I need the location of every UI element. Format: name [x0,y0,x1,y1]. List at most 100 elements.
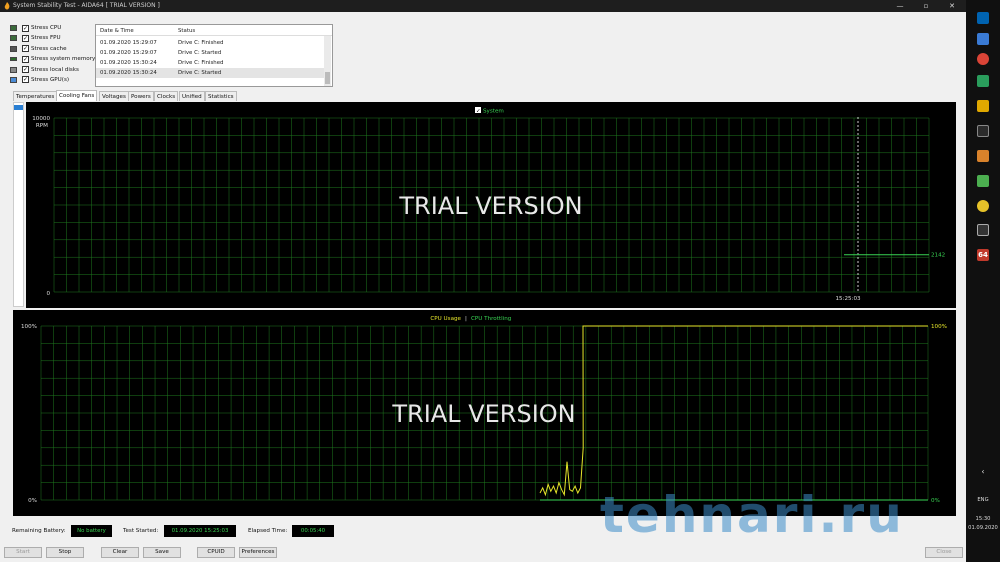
archive-icon[interactable] [977,150,989,162]
log-row[interactable]: 01.09.2020 15:30:24 Drive C: Started [96,68,326,78]
aida64-window: System Stability Test - AIDA64 [ TRIAL V… [0,0,966,562]
fan-trial-text: TRIAL VERSION [398,192,582,220]
stress-fpu-checkbox[interactable]: ✓ [22,34,29,42]
cpuid-button[interactable]: CPUID [197,547,235,558]
stress-cpu-option[interactable]: ✓ Stress CPU [10,23,94,33]
log-header-datetime[interactable]: Date & Time [100,28,134,34]
stress-gpu-option[interactable]: ✓ Stress GPU(s) [10,75,94,85]
window-icon[interactable] [977,125,989,137]
maximize-button[interactable]: ▫ [913,0,939,12]
cpu-ymin-left: 0% [28,498,37,504]
cpu-usage-line [539,325,928,497]
cpu-ymax-right: 100% [931,324,947,330]
stress-disks-option[interactable]: ✓ Stress local disks [10,65,94,75]
cpu-icon [10,25,17,31]
sensor-list-selection[interactable] [14,105,23,110]
fan-legend[interactable]: ✓ System [475,107,504,115]
stress-fpu-label: Stress FPU [31,35,61,42]
log-status: Drive C: Started [178,50,222,56]
windows-icon[interactable] [977,12,989,24]
close-button[interactable]: Close [925,547,963,558]
stress-disks-checkbox[interactable]: ✓ [22,66,29,74]
log-scrollbar-thumb[interactable] [325,72,330,84]
clock-time[interactable]: 15:30 [966,516,1000,522]
log-status: Drive C: Finished [178,40,224,46]
cpu-legend-throttling[interactable]: CPU Throttling [471,316,512,322]
stress-fpu-option[interactable]: ✓ Stress FPU [10,33,94,43]
stress-memory-checkbox[interactable]: ✓ [22,55,29,63]
log-datetime: 01.09.2020 15:29:07 [100,40,157,46]
fan-chart: ✓ System 10000 RPM 0 15:25:03 2142 TRIAL… [26,102,956,308]
log-datetime: 01.09.2020 15:29:07 [100,50,157,56]
log-header-status[interactable]: Status [178,28,195,34]
cpu-legend-separator: | [465,316,467,322]
tab-clocks[interactable]: Clocks [154,91,179,101]
app-icon[interactable] [977,75,989,87]
title-bar: System Stability Test - AIDA64 [ TRIAL V… [0,0,966,12]
file-explorer-icon[interactable] [977,33,989,45]
stress-memory-option[interactable]: ✓ Stress system memory [10,54,95,64]
stress-cache-checkbox[interactable]: ✓ [22,45,29,53]
memory-icon [10,57,17,62]
event-log[interactable]: Date & Time Status 01.09.2020 15:29:07 D… [95,24,333,87]
stress-gpu-label: Stress GPU(s) [31,76,70,83]
radiation-icon[interactable] [977,200,989,212]
cpu-legend-usage[interactable]: CPU Usage [430,316,461,322]
flame-icon [4,2,10,10]
clock-date[interactable]: 01.09.2020 [966,525,1000,531]
fan-ymin-label: 0 [46,291,50,297]
log-row[interactable]: 01.09.2020 15:29:07 Drive C: Started [96,48,326,58]
stress-cache-label: Stress cache [31,45,67,52]
fan-value-label: 2142 [931,253,945,259]
tab-temperatures[interactable]: Temperatures [13,91,58,101]
stress-disks-label: Stress local disks [31,66,79,73]
avast-icon[interactable] [977,100,989,112]
sensor-list[interactable] [13,102,24,307]
watermark: tehnari.ru [600,486,904,544]
tab-unified[interactable]: Unified [179,91,205,101]
disk-icon [10,66,17,73]
cpu-ymin-right: 0% [931,498,940,504]
fan-legend-label: System [483,109,504,115]
stress-cache-option[interactable]: ✓ Stress cache [10,44,94,54]
stop-button[interactable]: Stop [46,547,84,558]
taskbar: 64 ‹ ENG 15:30 01.09.2020 [966,0,1000,562]
aida64-icon[interactable]: 64 [977,249,989,261]
tab-powers[interactable]: Powers [128,91,154,101]
chrome-icon[interactable] [977,53,989,65]
cpu-z-icon[interactable] [977,224,989,236]
start-button[interactable]: Start [4,547,42,558]
stress-options: ✓ Stress CPU ✓ Stress FPU ✓ Stress cache… [10,23,95,85]
preferences-button[interactable]: Preferences [239,547,277,558]
game-icon[interactable] [977,175,989,187]
language-indicator[interactable]: ENG [966,497,1000,503]
elapsed-time-value: 00:05:40 [292,525,334,537]
test-started-label: Test Started: [123,528,159,534]
log-scrollbar[interactable] [324,36,331,86]
tray-chevron-icon[interactable]: ‹ [966,467,1000,476]
monitor-icon [10,76,17,83]
close-window-button[interactable]: ✕ [939,0,965,12]
minimize-button[interactable]: — [887,0,913,12]
log-row[interactable]: 01.09.2020 15:29:07 Drive C: Finished [96,38,326,48]
fan-yunit-label: RPM [36,123,48,129]
battery-label: Remaining Battery: [12,528,66,534]
clear-button[interactable]: Clear [101,547,139,558]
cpu-trial-text: TRIAL VERSION [391,400,575,428]
tab-voltages[interactable]: Voltages [99,91,129,101]
tab-cooling-fans[interactable]: Cooling Fans [56,90,98,101]
save-button[interactable]: Save [143,547,181,558]
log-datetime: 01.09.2020 15:30:24 [100,60,157,66]
fpu-icon [10,35,17,42]
fan-chart-svg: ✓ System 10000 RPM 0 15:25:03 2142 TRIAL… [32,107,945,302]
fan-legend-check: ✓ [476,109,481,115]
log-datetime: 01.09.2020 15:30:24 [100,70,157,76]
stress-cpu-checkbox[interactable]: ✓ [22,24,29,32]
test-started-value: 01.09.2020 15:25:03 [164,525,236,537]
log-header: Date & Time Status [96,25,332,36]
tab-statistics[interactable]: Statistics [205,91,237,101]
elapsed-time-label: Elapsed Time: [248,528,288,534]
stress-gpu-checkbox[interactable]: ✓ [22,76,29,84]
cache-icon [10,45,17,52]
log-row[interactable]: 01.09.2020 15:30:24 Drive C: Finished [96,58,326,68]
